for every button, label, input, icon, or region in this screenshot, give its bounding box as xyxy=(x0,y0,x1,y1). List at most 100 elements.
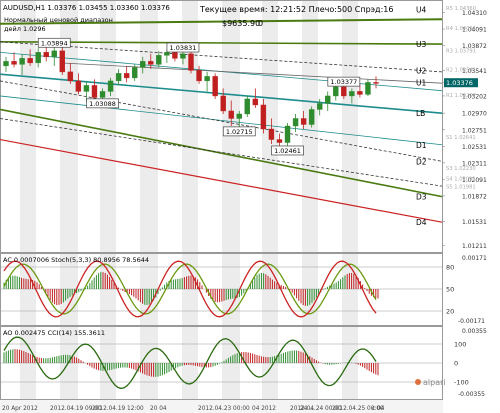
axis-tick-label: 1.02751 xyxy=(462,127,487,134)
stoch-level-label: 80 xyxy=(446,264,454,272)
ac-tick-bottom: -0.00171 xyxy=(458,318,485,325)
ao-tick-top: 0.00355 xyxy=(462,328,487,335)
price-axis: 1.043101.040911.038721.035411.033761.032… xyxy=(442,6,487,250)
candle-body xyxy=(316,103,323,110)
candle-body xyxy=(284,125,291,143)
channel-labels: U4 U3 U2 U1 LB D1 D2 D3 D4 xyxy=(416,6,427,228)
candle-body xyxy=(196,70,202,82)
cci-level-label: 0 xyxy=(454,360,458,368)
channel-label: D3 xyxy=(416,193,427,202)
candle-body xyxy=(99,91,106,98)
candle-body xyxy=(252,98,259,106)
annotation-label: 1.03377 xyxy=(330,78,357,86)
time-label: 20 Apr 2012 xyxy=(2,406,38,412)
candle-body xyxy=(204,76,210,82)
candle-body xyxy=(43,52,49,58)
candle-body xyxy=(244,98,251,115)
ac-tick-top: 0.00171 xyxy=(462,255,487,262)
candle-body xyxy=(373,82,379,84)
stoch-level-label: 50 xyxy=(446,286,454,294)
candle-body xyxy=(131,67,138,79)
candle-body xyxy=(220,95,226,112)
candle-body xyxy=(325,95,331,104)
candle-body xyxy=(333,86,339,97)
candle-body xyxy=(75,80,82,92)
time-label: 2012.04.19 12:00 xyxy=(92,406,144,412)
time-axis: 20 Apr 2012 2012.04.19 09:002012.04.19 12… xyxy=(0,400,443,413)
time-label: 2012.04.23 00:00 xyxy=(198,406,250,412)
channel-label: U2 xyxy=(416,66,426,75)
candle-body xyxy=(164,52,170,56)
axis-tick-label: 1.02970 xyxy=(462,111,487,118)
channel-label: LB xyxy=(416,109,425,118)
level-tag: R5 1.04360 xyxy=(446,6,476,12)
channel-label: D2 xyxy=(416,157,427,166)
candle-body xyxy=(115,73,122,82)
candle-body xyxy=(59,50,66,73)
candle-body xyxy=(188,53,194,71)
axis-tick-label: 1.01211 xyxy=(462,243,487,250)
candle-body xyxy=(300,118,307,125)
candle-body xyxy=(212,76,218,97)
level-tag: R4 1.04091 xyxy=(446,26,476,32)
trading-chart[interactable]: 1.03894 1.03088 1.03831 1.02715 1.03377 1.024… xyxy=(0,0,500,413)
candle-body xyxy=(341,86,347,97)
indicator2-label: AO 0.002475 CCI(14) 155.3611 xyxy=(3,329,105,337)
candle-body xyxy=(140,61,146,68)
level-tag: S3 1.02230 xyxy=(446,166,476,172)
candle-body xyxy=(107,80,114,92)
level-tag: S1 1.02641 xyxy=(446,135,476,141)
candle-body xyxy=(27,58,33,64)
candle-body xyxy=(236,113,242,119)
cci-level-label: 100 xyxy=(454,341,466,349)
level-tag: R3 1.03791 xyxy=(446,49,476,55)
annotation-label: 1.02715 xyxy=(226,128,253,136)
cci-level-label: -100 xyxy=(454,379,469,387)
zero-value: 0 xyxy=(258,19,263,28)
candle-body xyxy=(180,53,186,59)
channel-label: U1 xyxy=(416,79,426,88)
candle-body xyxy=(228,110,234,119)
annotation-label: 1.03894 xyxy=(41,39,68,47)
indicator1-label: AC 0.0007006 Stoch(5,3,3) 80.8956 78.564… xyxy=(3,256,149,264)
watermark-text: alpari xyxy=(423,378,446,387)
session-stripe xyxy=(342,1,358,399)
candle-body xyxy=(276,139,283,143)
axis-tick-label: 1.01531 xyxy=(462,219,487,226)
channel-label: D1 xyxy=(416,141,427,150)
time-label: 24 ... xyxy=(300,406,315,412)
time-label: 04 2012 xyxy=(252,406,276,412)
candle-body xyxy=(11,61,17,65)
candle-body xyxy=(260,104,267,130)
candle-body xyxy=(3,61,9,67)
candle-body xyxy=(148,61,154,65)
current-price-label: 1.03376 xyxy=(446,79,473,87)
info-line-2: дейл 1.0296 xyxy=(4,25,46,33)
candle-body xyxy=(67,71,74,82)
candle-body xyxy=(123,73,130,79)
candle-body xyxy=(35,52,41,64)
annotation-label: 1.03088 xyxy=(89,100,116,108)
channel-label: U4 xyxy=(416,6,426,15)
candle-body xyxy=(365,82,371,95)
level-tag: S4 1.02091 xyxy=(446,176,476,182)
level-tag: R1 1.03202 xyxy=(446,93,476,99)
candle-body xyxy=(292,118,299,127)
session-stripe xyxy=(302,1,318,399)
candle-body xyxy=(51,50,57,58)
candle-body xyxy=(349,91,355,97)
candle-body xyxy=(172,52,178,59)
candle-body xyxy=(91,85,98,98)
stoch-level-label: 20 xyxy=(446,308,454,316)
candle-body xyxy=(308,109,315,125)
info-line-1: Нормальный ценовой диапазон xyxy=(4,16,113,24)
symbol-line: AUDUSD,H1 1.03376 1.03455 1.03360 1.0337… xyxy=(3,4,170,12)
axis-tick-label: 1.01872 xyxy=(462,193,487,200)
candle-body xyxy=(19,58,25,65)
channel-label: D4 xyxy=(416,218,427,227)
time-label: Текущее время: 12:21:52 Плечо:500 Спрэд:… xyxy=(199,5,393,14)
level-tag: R2 1.03541 xyxy=(446,67,476,73)
candle-body xyxy=(156,55,162,65)
time-label: c 04 xyxy=(372,406,385,412)
time-label: 20 04 xyxy=(150,406,167,412)
